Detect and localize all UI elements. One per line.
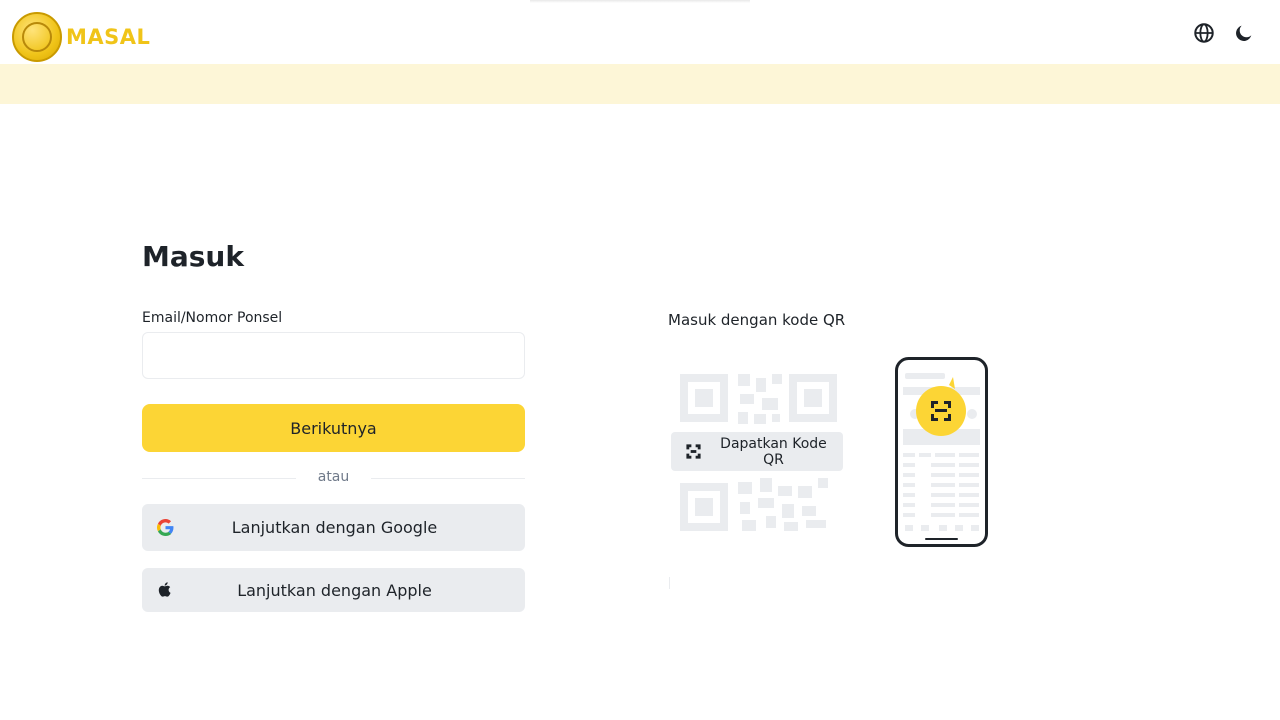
google-icon xyxy=(157,519,174,536)
email-label: Email/Nomor Ponsel xyxy=(142,310,283,326)
apple-icon xyxy=(158,582,171,597)
logo[interactable]: MASAL xyxy=(12,10,150,64)
globe-icon[interactable] xyxy=(1193,22,1215,44)
email-field[interactable] xyxy=(142,332,525,379)
qr-scan-icon xyxy=(686,444,701,459)
google-button-label: Lanjutkan dengan Google xyxy=(231,518,438,537)
moon-icon[interactable] xyxy=(1233,22,1255,44)
logo-coin-icon xyxy=(12,12,62,62)
next-button[interactable]: Berikutnya xyxy=(142,404,525,452)
apple-login-button[interactable]: Lanjutkan dengan Apple xyxy=(142,568,525,612)
divider-text: atau xyxy=(317,469,350,485)
apple-button-label: Lanjutkan dengan Apple xyxy=(237,580,432,600)
get-qr-code-button[interactable]: Dapatkan Kode QR xyxy=(671,432,843,471)
notice-banner xyxy=(0,64,1280,104)
phone-illustration xyxy=(895,357,988,547)
header: MASAL xyxy=(0,0,1280,64)
get-qr-code-label: Dapatkan Kode QR xyxy=(720,435,827,468)
logo-text: MASAL xyxy=(66,25,151,49)
or-divider: atau xyxy=(142,468,525,488)
divider-line-right xyxy=(371,478,525,479)
page-title: Masuk xyxy=(142,240,244,273)
top-shadow xyxy=(530,0,750,3)
qr-footer-mark xyxy=(669,577,670,589)
google-login-button[interactable]: Lanjutkan dengan Google xyxy=(142,504,525,551)
qr-section-title: Masuk dengan kode QR xyxy=(668,311,846,329)
